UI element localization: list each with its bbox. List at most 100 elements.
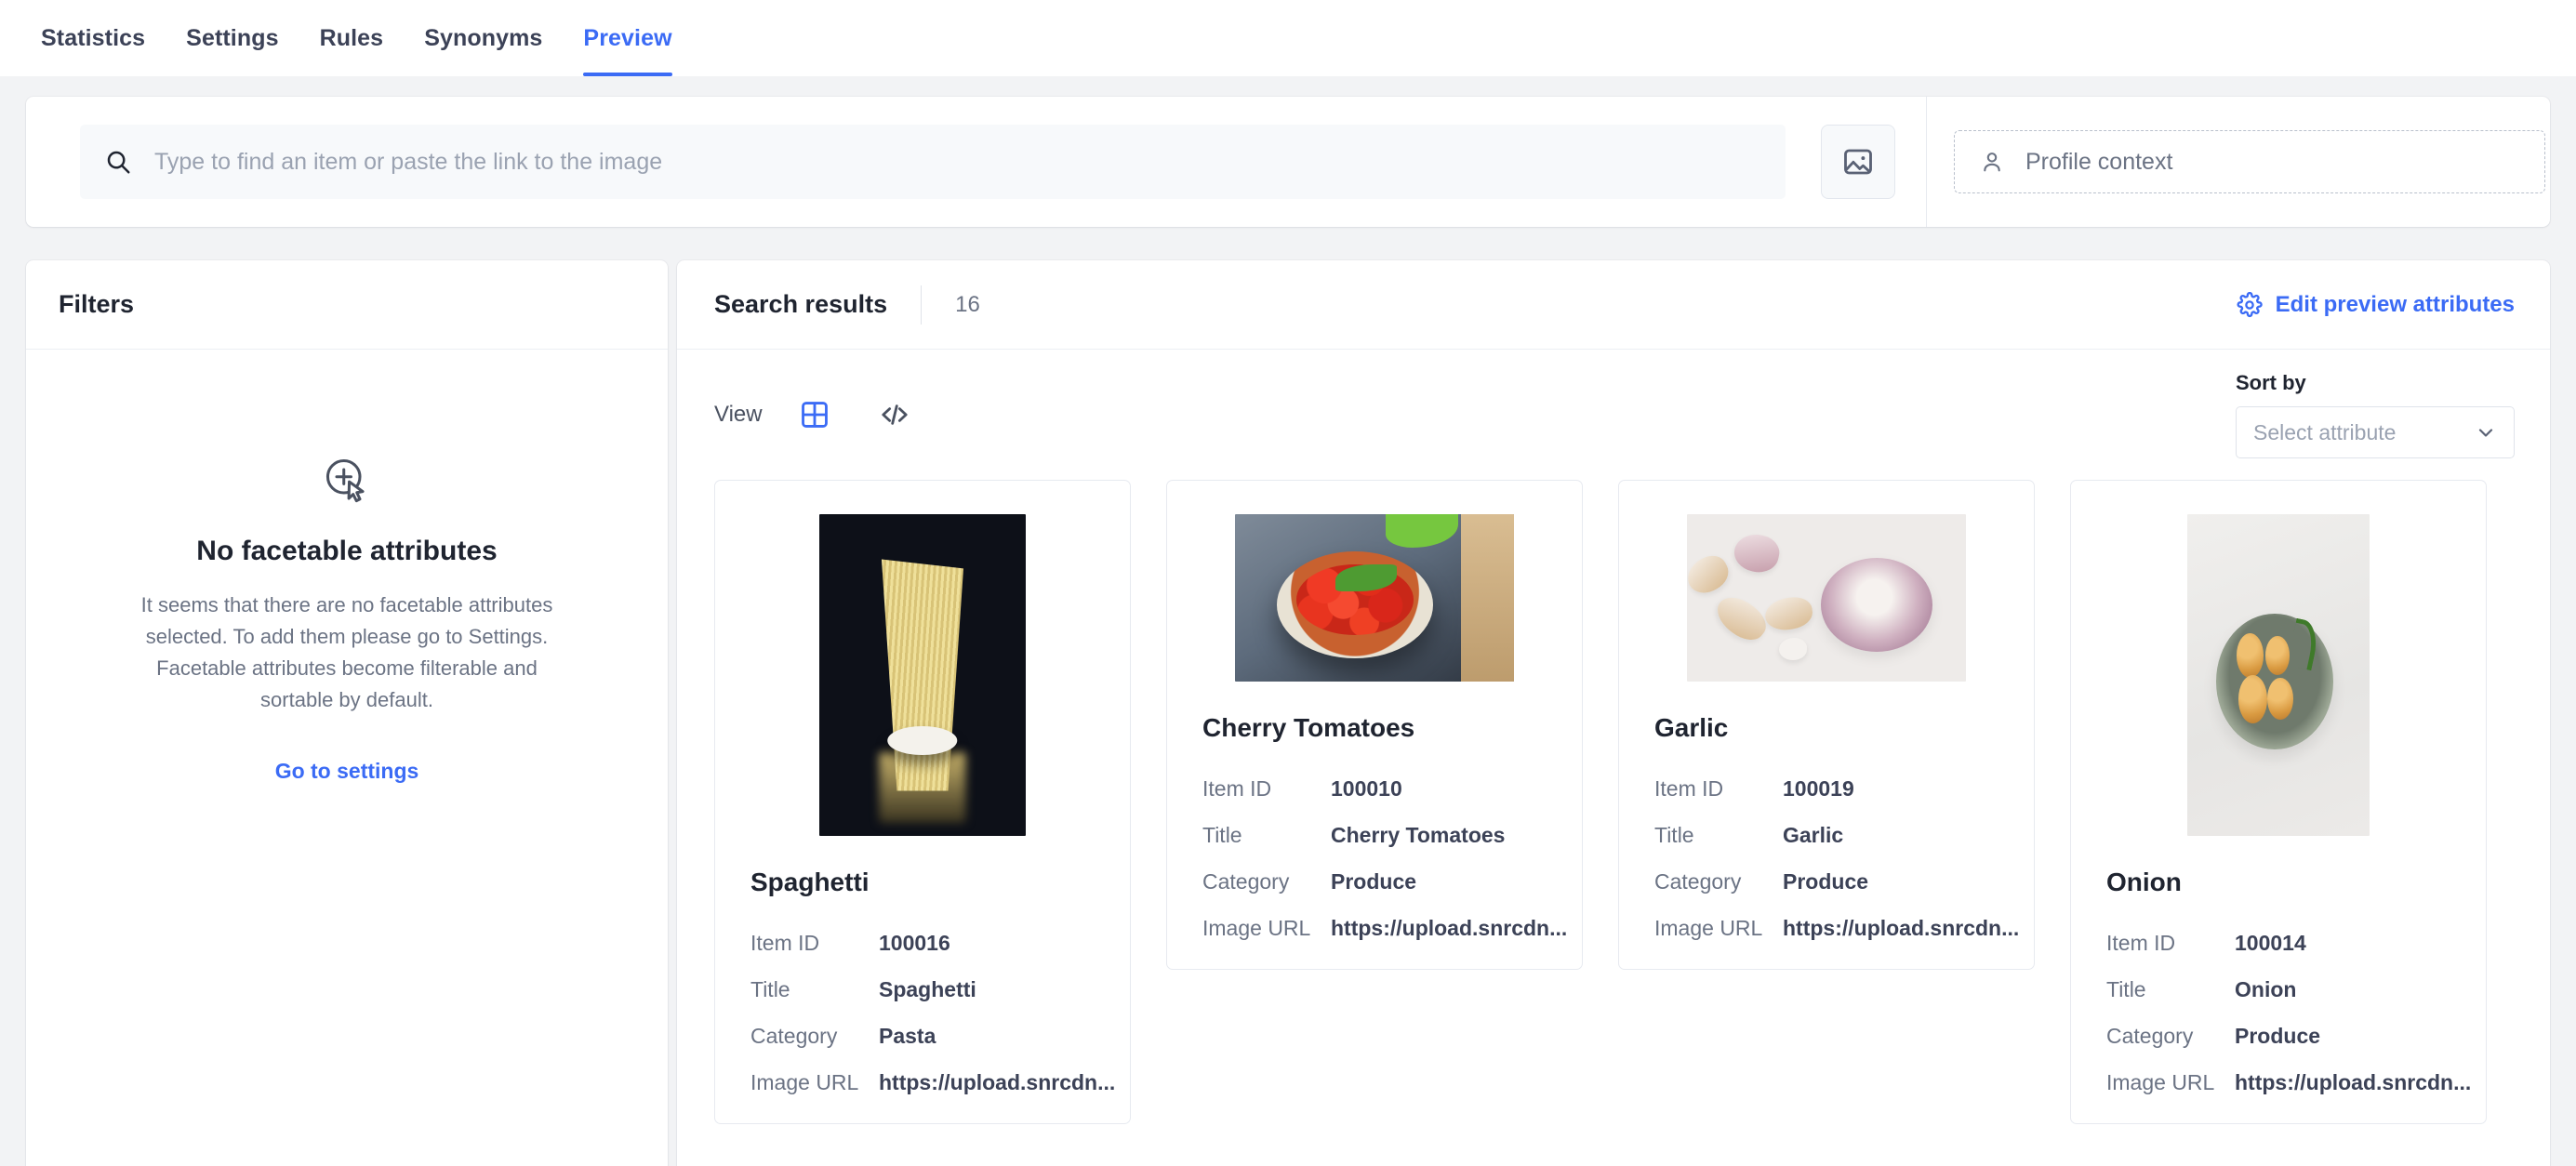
edit-preview-attributes-label: Edit preview attributes: [2276, 292, 2515, 318]
product-image: [1235, 514, 1514, 682]
attribute-key: Category: [1202, 869, 1331, 894]
search-panel: Type to find an item or paste the link t…: [26, 97, 2550, 227]
attribute-value: 100019: [1783, 776, 1854, 802]
card-attributes: Item ID100016 TitleSpaghetti CategoryPas…: [750, 931, 1095, 1095]
tab-rules[interactable]: Rules: [299, 0, 405, 76]
card-image-wrapper: [1654, 514, 1998, 682]
attribute-value: Produce: [1331, 869, 1416, 894]
attribute-value: https://upload.snrcdn...: [1783, 916, 2019, 941]
card-title: Onion: [2106, 868, 2450, 897]
filters-panel: Filters No facetable attributes It seems…: [26, 260, 668, 1166]
attribute-row: Item ID100019: [1654, 776, 1998, 802]
attribute-value: https://upload.snrcdn...: [1331, 916, 1567, 941]
attribute-value: Cherry Tomatoes: [1331, 823, 1505, 848]
result-card[interactable]: Onion Item ID100014 TitleOnion CategoryP…: [2070, 480, 2487, 1124]
card-attributes: Item ID100014 TitleOnion CategoryProduce…: [2106, 931, 2450, 1095]
sort-by-value: Select attribute: [2253, 420, 2396, 445]
tab-statistics[interactable]: Statistics: [20, 0, 166, 76]
filters-empty-state: No facetable attributes It seems that th…: [26, 350, 668, 784]
tab-label: Preview: [583, 25, 671, 52]
card-image-wrapper: [2106, 514, 2450, 836]
attribute-row: CategoryPasta: [750, 1024, 1095, 1049]
attribute-key: Category: [1654, 869, 1783, 894]
attribute-row: Item ID100010: [1202, 776, 1547, 802]
header-divider: [921, 285, 922, 325]
sort-by-select[interactable]: Select attribute: [2236, 406, 2515, 458]
tab-synonyms[interactable]: Synonyms: [404, 0, 563, 76]
attribute-row: TitleCherry Tomatoes: [1202, 823, 1547, 848]
result-card[interactable]: Cherry Tomatoes Item ID100010 TitleCherr…: [1166, 480, 1583, 970]
tab-label: Settings: [186, 25, 278, 52]
attribute-row: Image URLhttps://upload.snrcdn...: [1202, 916, 1547, 941]
sort-by-label: Sort by: [2236, 371, 2515, 395]
results-card-grid: Spaghetti Item ID100016 TitleSpaghetti C…: [677, 480, 2550, 1124]
search-icon: [104, 148, 132, 176]
tab-preview[interactable]: Preview: [563, 0, 692, 76]
image-search-button[interactable]: [1821, 125, 1895, 199]
attribute-row: Image URLhttps://upload.snrcdn...: [2106, 1070, 2450, 1095]
attribute-value: Produce: [2235, 1024, 2320, 1049]
profile-context-label: Profile context: [2025, 149, 2172, 176]
attribute-row: TitleOnion: [2106, 977, 2450, 1002]
gear-icon: [2237, 292, 2263, 318]
go-to-settings-link[interactable]: Go to settings: [275, 759, 419, 784]
code-view-icon: [879, 399, 910, 431]
attribute-row: CategoryProduce: [1654, 869, 1998, 894]
results-header: Search results 16 Edit preview attribute…: [677, 260, 2550, 350]
card-title: Cherry Tomatoes: [1202, 713, 1547, 743]
main-tab-bar: Statistics Settings Rules Synonyms Previ…: [0, 0, 2576, 76]
edit-preview-attributes-button[interactable]: Edit preview attributes: [2237, 292, 2515, 318]
card-image-wrapper: [1202, 514, 1547, 682]
image-icon: [1841, 145, 1875, 179]
view-label: View: [714, 402, 763, 428]
results-toolbar: View Sort by Select attribute: [677, 350, 2550, 480]
product-image: [819, 514, 1026, 836]
attribute-key: Image URL: [1202, 916, 1331, 941]
attribute-key: Category: [750, 1024, 879, 1049]
sort-by-control: Sort by Select attribute: [2236, 371, 2515, 458]
attribute-key: Category: [2106, 1024, 2235, 1049]
attribute-value: https://upload.snrcdn...: [879, 1070, 1115, 1095]
search-placeholder: Type to find an item or paste the link t…: [154, 149, 662, 176]
attribute-key: Title: [750, 977, 879, 1002]
search-input[interactable]: Type to find an item or paste the link t…: [80, 125, 1786, 199]
attribute-key: Item ID: [750, 931, 879, 956]
attribute-row: Image URLhttps://upload.snrcdn...: [750, 1070, 1095, 1095]
results-count: 16: [955, 292, 980, 318]
attribute-key: Item ID: [1654, 776, 1783, 802]
view-toggle-code[interactable]: [874, 394, 915, 435]
attribute-value: 100010: [1331, 776, 1402, 802]
product-image: [2187, 514, 2370, 836]
attribute-row: Item ID100014: [2106, 931, 2450, 956]
card-title: Garlic: [1654, 713, 1998, 743]
attribute-value: 100016: [879, 931, 950, 956]
result-card[interactable]: Garlic Item ID100019 TitleGarlic Categor…: [1618, 480, 2035, 970]
filters-empty-title: No facetable attributes: [196, 536, 497, 567]
attribute-value: Spaghetti: [879, 977, 976, 1002]
panel-divider: [1926, 97, 1927, 227]
attribute-row: TitleGarlic: [1654, 823, 1998, 848]
view-toggle-grid[interactable]: [794, 394, 835, 435]
result-card[interactable]: Spaghetti Item ID100016 TitleSpaghetti C…: [714, 480, 1131, 1124]
attribute-key: Item ID: [1202, 776, 1331, 802]
product-image: [1687, 514, 1966, 682]
attribute-key: Title: [1654, 823, 1783, 848]
card-attributes: Item ID100010 TitleCherry Tomatoes Categ…: [1202, 776, 1547, 941]
card-title: Spaghetti: [750, 868, 1095, 897]
attribute-row: Image URLhttps://upload.snrcdn...: [1654, 916, 1998, 941]
filters-title: Filters: [59, 290, 134, 319]
card-attributes: Item ID100019 TitleGarlic CategoryProduc…: [1654, 776, 1998, 941]
attribute-row: CategoryProduce: [2106, 1024, 2450, 1049]
tab-label: Statistics: [41, 25, 145, 52]
tab-settings[interactable]: Settings: [166, 0, 299, 76]
attribute-row: Item ID100016: [750, 931, 1095, 956]
attribute-key: Image URL: [750, 1070, 879, 1095]
attribute-row: CategoryProduce: [1202, 869, 1547, 894]
tab-label: Rules: [320, 25, 384, 52]
user-icon: [1979, 149, 2005, 175]
attribute-value: https://upload.snrcdn...: [2235, 1070, 2471, 1095]
search-results-panel: Search results 16 Edit preview attribute…: [677, 260, 2550, 1166]
profile-context-field[interactable]: Profile context: [1954, 130, 2545, 193]
filters-header: Filters: [26, 260, 668, 350]
add-circle-cursor-icon: [321, 454, 373, 506]
